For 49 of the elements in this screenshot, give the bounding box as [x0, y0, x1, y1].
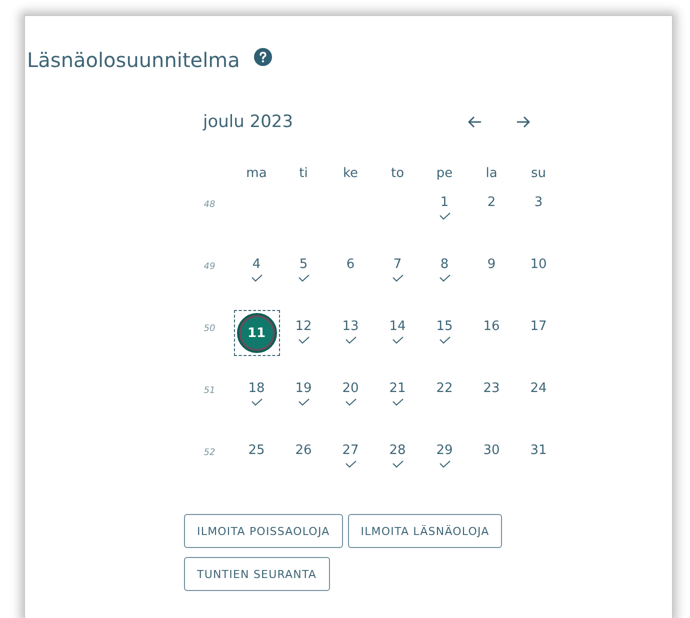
calendar-day[interactable]: 25 — [234, 442, 280, 488]
calendar-day[interactable]: 26 — [280, 442, 326, 488]
week-number: 48 — [204, 200, 216, 210]
action-button[interactable]: ILMOITA POISSAOLOJA — [184, 514, 343, 548]
week-number: 50 — [204, 324, 216, 334]
calendar-day[interactable]: 10 — [516, 256, 562, 302]
weekday-label: ti — [298, 166, 309, 183]
weekday-label: su — [530, 166, 547, 183]
weekday-label: ke — [342, 166, 360, 183]
calendar-day[interactable]: 9 — [468, 256, 514, 302]
calendar-day[interactable]: 13 — [328, 318, 374, 364]
calendar-day[interactable]: 20 — [328, 380, 374, 426]
week-number: 52 — [204, 448, 216, 458]
calendar-day[interactable]: 24 — [516, 380, 562, 426]
action-button[interactable]: ILMOITA LÄSNÄOLOJA — [348, 514, 502, 548]
calendar-day[interactable]: 29 — [422, 442, 468, 488]
calendar-day[interactable]: 6 — [328, 256, 374, 302]
calendar-day[interactable]: 1 — [422, 194, 468, 240]
calendar-day[interactable]: 30 — [468, 442, 514, 488]
week-number: 51 — [204, 386, 216, 396]
weekday-label: to — [390, 166, 406, 183]
calendar-day[interactable]: 17 — [516, 318, 562, 364]
calendar-day[interactable]: 15 — [422, 318, 468, 364]
calendar-day[interactable]: 22 — [422, 380, 468, 426]
calendar-day[interactable]: 31 — [516, 442, 562, 488]
calendar-day[interactable]: 19 — [280, 380, 326, 426]
calendar-day[interactable]: 16 — [468, 318, 514, 364]
calendar-day[interactable]: 21 — [374, 380, 420, 426]
weekday-label: ma — [245, 166, 268, 183]
calendar-day[interactable]: 3 — [516, 194, 562, 240]
section-title: Läsnäolosuunnitelma — [27, 48, 240, 72]
calendar-day[interactable]: 18 — [234, 380, 280, 426]
calendar-day[interactable]: 14 — [374, 318, 420, 364]
calendar-day[interactable]: 8 — [422, 256, 468, 302]
calendar-day[interactable]: 27 — [328, 442, 374, 488]
help-icon[interactable] — [254, 48, 272, 66]
calendar-day[interactable]: 28 — [374, 442, 420, 488]
calendar-day[interactable]: 7 — [374, 256, 420, 302]
weekday-label: pe — [435, 166, 454, 183]
calendar-day[interactable]: 23 — [468, 380, 514, 426]
calendar-day[interactable]: 11 — [234, 310, 280, 356]
calendar-day[interactable]: 12 — [280, 318, 326, 364]
calendar-day[interactable]: 2 — [468, 194, 514, 240]
month-label: joulu 2023 — [203, 112, 294, 132]
action-button[interactable]: TUNTIEN SEURANTA — [184, 557, 330, 591]
calendar-day[interactable]: 5 — [280, 256, 326, 302]
week-number: 49 — [204, 262, 216, 272]
calendar-day[interactable]: 4 — [234, 256, 280, 302]
weekday-label: la — [484, 166, 498, 183]
